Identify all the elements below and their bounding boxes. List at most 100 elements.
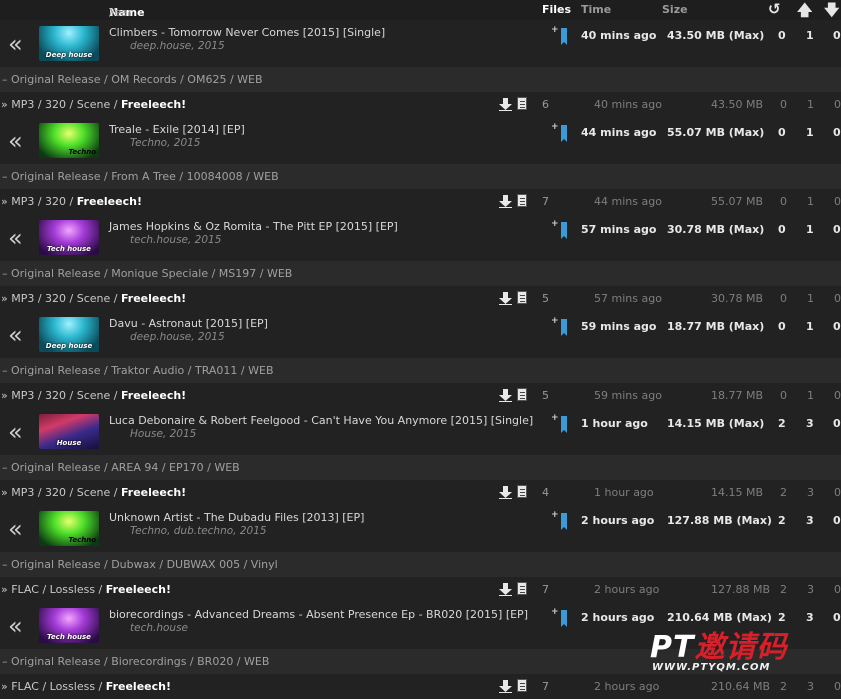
release-info: – Original Release / From A Tree / 10084…	[2, 170, 279, 183]
release-info: – Original Release / OM Records / OM625 …	[2, 73, 263, 86]
download-icon[interactable]	[499, 583, 512, 599]
leechers-count: 0	[833, 223, 841, 236]
seeders-count: 3	[806, 417, 814, 430]
bookmark-icon[interactable]: +	[551, 219, 569, 239]
torrent-title-link[interactable]: Treale - Exile [2014] [EP]	[109, 123, 245, 136]
file-leechers: 0	[834, 98, 841, 111]
snatched-count: 2	[778, 417, 786, 430]
torrent-row: « Deep house Davu - Astronaut [2015] [EP] d…	[0, 311, 841, 358]
table-header: Name / Year Files Time Size ↺ 🡅 🡇	[0, 0, 841, 22]
release-row: – Original Release / Monique Speciale / …	[0, 261, 841, 286]
report-icon[interactable]	[517, 582, 527, 595]
cover-art[interactable]: Techno	[39, 511, 99, 546]
file-time: 1 hour ago	[594, 486, 654, 499]
torrent-title-link[interactable]: James Hopkins & Oz Romita - The Pitt EP …	[109, 220, 398, 233]
format-row: » MP3 / 320 / Freeleech! 7 44 mins ago 55.0…	[0, 189, 841, 214]
torrent-group: « Techno Unknown Artist - The Dubadu Files…	[0, 505, 841, 602]
format-info[interactable]: » FLAC / Lossless /	[1, 680, 106, 693]
report-icon[interactable]	[517, 97, 527, 110]
cover-art[interactable]: Deep house	[39, 317, 99, 352]
freeleech-label: Freeleech!	[76, 195, 142, 208]
report-icon[interactable]	[517, 291, 527, 304]
expand-toggle-icon[interactable]: «	[8, 30, 22, 58]
file-count: 7	[542, 680, 549, 693]
bookmark-icon[interactable]: +	[551, 510, 569, 530]
time-column-header[interactable]: Time	[581, 3, 611, 16]
bookmark-icon[interactable]: +	[551, 607, 569, 627]
torrent-tags[interactable]: tech.house, 2015	[130, 234, 221, 246]
format-link[interactable]: » MP3 / 320 / Scene / Freeleech!	[1, 486, 186, 499]
report-icon[interactable]	[517, 194, 527, 207]
torrent-time: 2 hours ago	[581, 611, 655, 624]
bookmark-icon[interactable]: +	[551, 25, 569, 45]
download-icon[interactable]	[499, 389, 512, 405]
bookmark-icon[interactable]: +	[551, 122, 569, 142]
format-link[interactable]: » MP3 / 320 / Scene / Freeleech!	[1, 389, 186, 402]
expand-toggle-icon[interactable]: «	[8, 515, 22, 543]
download-icon[interactable]	[499, 292, 512, 308]
size-column-header[interactable]: Size	[662, 3, 688, 16]
year-sort-link[interactable]: Year	[109, 6, 132, 19]
expand-toggle-icon[interactable]: «	[8, 127, 22, 155]
file-leechers: 0	[834, 389, 841, 402]
format-info[interactable]: » MP3 / 320 / Scene /	[1, 98, 121, 111]
files-column-header[interactable]: Files	[542, 3, 571, 16]
torrent-title-link[interactable]: biorecordings - Advanced Dreams - Absent…	[109, 608, 528, 621]
download-icon[interactable]	[499, 486, 512, 502]
torrent-row: « Tech house James Hopkins & Oz Romita - T…	[0, 214, 841, 261]
bookmark-icon[interactable]: +	[551, 316, 569, 336]
watermark-cn: 邀请码	[694, 630, 788, 665]
cover-art[interactable]: Tech house	[39, 220, 99, 255]
format-link[interactable]: » MP3 / 320 / Scene / Freeleech!	[1, 98, 186, 111]
download-icon[interactable]	[499, 195, 512, 211]
file-count: 7	[542, 195, 549, 208]
cover-art[interactable]: Deep house	[39, 26, 99, 61]
format-link[interactable]: » MP3 / 320 / Freeleech!	[1, 195, 142, 208]
release-row: – Original Release / OM Records / OM625 …	[0, 67, 841, 92]
format-link[interactable]: » FLAC / Lossless / Freeleech!	[1, 583, 171, 596]
file-time: 2 hours ago	[594, 583, 660, 596]
torrent-tags[interactable]: tech.house	[130, 622, 188, 634]
bookmark-icon[interactable]: +	[551, 413, 569, 433]
expand-toggle-icon[interactable]: «	[8, 612, 22, 640]
expand-toggle-icon[interactable]: «	[8, 321, 22, 349]
format-link[interactable]: » MP3 / 320 / Scene / Freeleech!	[1, 292, 186, 305]
format-row: » MP3 / 320 / Scene / Freeleech! 5 57 mins…	[0, 286, 841, 311]
torrent-title-link[interactable]: Luca Debonaire & Robert Feelgood - Can't…	[109, 414, 533, 427]
file-count: 5	[542, 292, 549, 305]
torrent-title-link[interactable]: Unknown Artist - The Dubadu Files [2013]…	[109, 511, 364, 524]
torrent-title-link[interactable]: Davu - Astronaut [2015] [EP]	[109, 317, 268, 330]
expand-toggle-icon[interactable]: «	[8, 224, 22, 252]
format-info[interactable]: » MP3 / 320 / Scene /	[1, 486, 121, 499]
torrent-tags[interactable]: deep.house, 2015	[130, 331, 225, 343]
torrent-tags[interactable]: deep.house, 2015	[130, 40, 225, 52]
format-row: » MP3 / 320 / Scene / Freeleech! 5 59 mins…	[0, 383, 841, 408]
seeders-count: 1	[806, 126, 814, 139]
torrent-group: « House Luca Debonaire & Robert Feelgood -…	[0, 408, 841, 505]
cover-art[interactable]: Tech house	[39, 608, 99, 643]
torrent-tags[interactable]: Techno, dub.techno, 2015	[130, 525, 267, 537]
file-snatched: 2	[780, 486, 787, 499]
leechers-count: 0	[833, 126, 841, 139]
cover-art[interactable]: House	[39, 414, 99, 449]
download-icon[interactable]	[499, 98, 512, 114]
snatched-count: 2	[778, 514, 786, 527]
torrent-tags[interactable]: Techno, 2015	[130, 137, 200, 149]
cover-art[interactable]: Techno	[39, 123, 99, 158]
refresh-icon[interactable]: ↺	[768, 0, 781, 18]
report-icon[interactable]	[517, 485, 527, 498]
release-info: – Original Release / Biorecordings / BR0…	[2, 655, 270, 668]
report-icon[interactable]	[517, 679, 527, 692]
cover-label: Techno	[68, 536, 96, 544]
format-info[interactable]: » MP3 / 320 /	[1, 195, 77, 208]
format-info[interactable]: » MP3 / 320 / Scene /	[1, 389, 121, 402]
file-seeders: 3	[807, 486, 814, 499]
expand-toggle-icon[interactable]: «	[8, 418, 22, 446]
report-icon[interactable]	[517, 388, 527, 401]
format-info[interactable]: » MP3 / 320 / Scene /	[1, 292, 121, 305]
format-info[interactable]: » FLAC / Lossless /	[1, 583, 106, 596]
file-size: 18.77 MB	[711, 389, 764, 402]
format-link[interactable]: » FLAC / Lossless / Freeleech!	[1, 680, 171, 693]
torrent-title-link[interactable]: Climbers - Tomorrow Never Comes [2015] […	[109, 26, 385, 39]
torrent-tags[interactable]: House, 2015	[130, 428, 196, 440]
